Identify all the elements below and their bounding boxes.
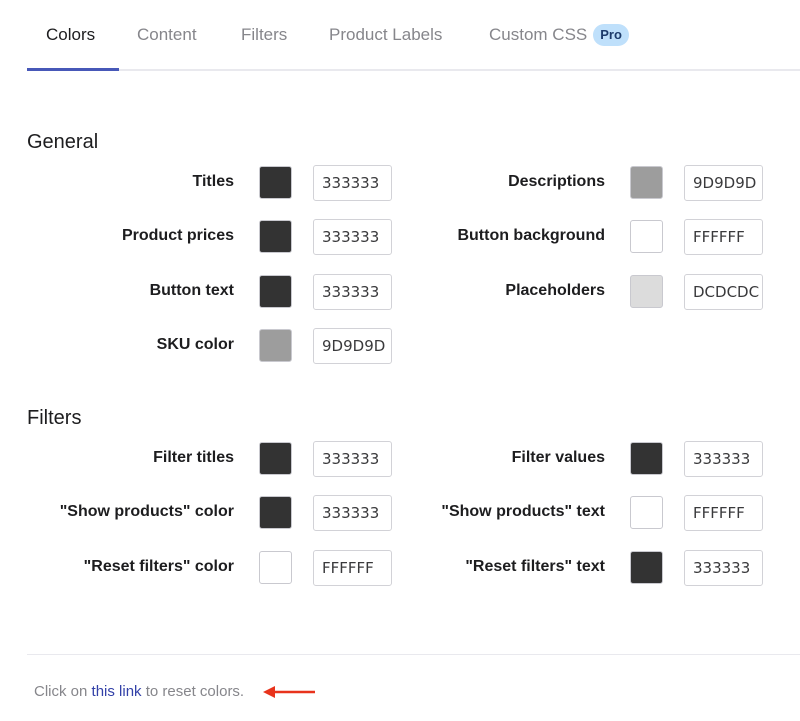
field-label: Filter values — [511, 449, 605, 466]
field-label: Button background — [457, 227, 605, 244]
tab-colors-label: Colors — [46, 24, 96, 44]
tab-custom-css[interactable]: Custom CSS Pro — [489, 0, 629, 69]
field-label: Descriptions — [508, 173, 605, 190]
tab-content-label: Content — [137, 24, 197, 44]
field-label: "Show products" text — [441, 503, 605, 520]
tab-content[interactable]: Content — [137, 0, 197, 69]
hex-input[interactable]: FFFFFF — [684, 495, 763, 531]
color-field-show-products-text: "Show products" text FFFFFF — [0, 495, 800, 531]
color-swatch[interactable] — [630, 496, 663, 529]
tab-product-labels[interactable]: Product Labels — [329, 0, 442, 69]
tab-filters[interactable]: Filters — [241, 0, 287, 69]
footer-divider — [27, 654, 800, 655]
color-field-filter-values: Filter values 333333 — [0, 441, 800, 477]
color-field-sku-color: SKU color 9D9D9D — [0, 328, 400, 364]
active-tab-underline — [27, 68, 119, 71]
reset-note-suffix: to reset colors. — [141, 683, 245, 700]
color-swatch[interactable] — [630, 275, 663, 308]
tab-filters-label: Filters — [241, 24, 288, 44]
color-field-placeholders: Placeholders DCDCDC — [0, 274, 800, 310]
color-swatch[interactable] — [630, 551, 663, 584]
hex-input[interactable]: 333333 — [684, 550, 763, 586]
color-swatch[interactable] — [630, 220, 663, 253]
pro-badge: Pro — [593, 23, 629, 46]
field-label: SKU color — [156, 336, 234, 353]
hex-input[interactable]: 9D9D9D — [684, 165, 763, 201]
annotation-arrow-icon — [263, 686, 315, 698]
hex-input[interactable]: 9D9D9D — [313, 328, 392, 364]
hex-input[interactable]: FFFFFF — [684, 219, 763, 255]
tab-colors[interactable]: Colors — [27, 0, 119, 71]
color-field-reset-filters-text: "Reset filters" text 333333 — [0, 550, 800, 586]
hex-input[interactable]: 333333 — [684, 441, 763, 477]
hex-input[interactable]: DCDCDC — [684, 274, 763, 310]
tab-product-labels-label: Product Labels — [329, 24, 443, 44]
color-swatch[interactable] — [630, 442, 663, 475]
section-title-filters: Filters — [27, 407, 82, 429]
reset-note-prefix: Click on — [34, 683, 92, 700]
reset-colors-note: Click on this link to reset colors. — [34, 683, 244, 700]
color-swatch[interactable] — [630, 166, 663, 199]
color-swatch[interactable] — [259, 329, 292, 362]
field-label: Placeholders — [505, 282, 605, 299]
color-field-button-background: Button background FFFFFF — [0, 219, 800, 255]
tab-custom-css-label: Custom CSS — [489, 24, 588, 44]
tab-bar: Colors Content Filters Product Labels Cu… — [27, 0, 800, 71]
section-title-general: General — [27, 131, 99, 153]
field-label: "Reset filters" text — [465, 558, 605, 575]
color-field-descriptions: Descriptions 9D9D9D — [0, 165, 800, 201]
reset-colors-link[interactable]: this link — [92, 683, 142, 700]
